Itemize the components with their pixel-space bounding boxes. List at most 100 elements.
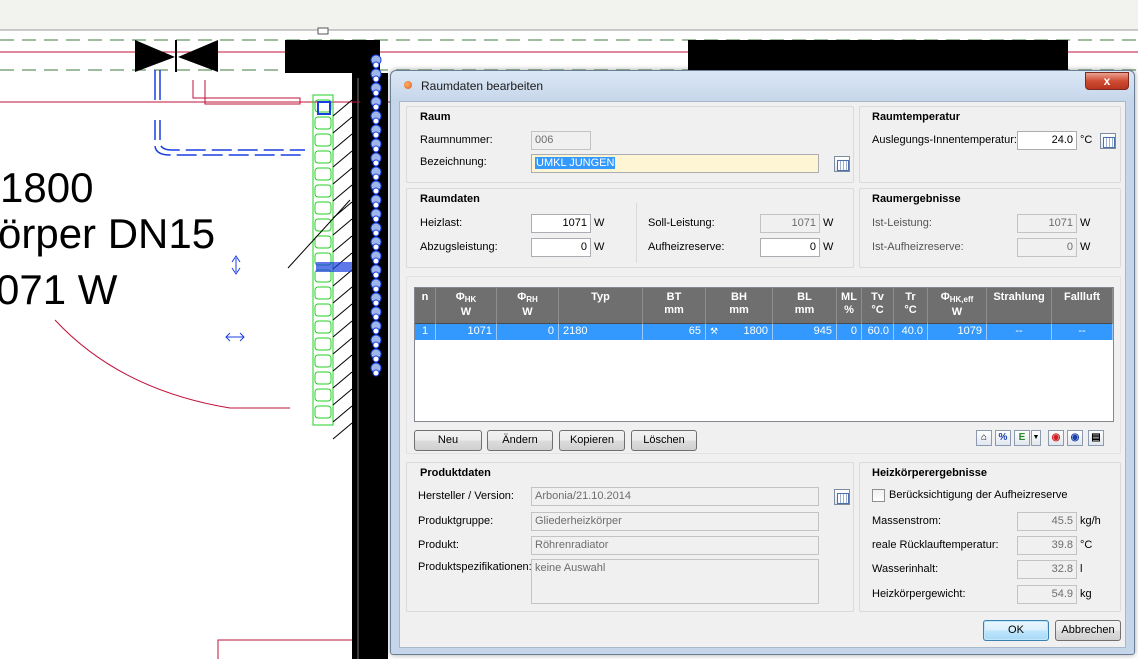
- hersteller-field[interactable]: Arbonia/21.10.2014: [531, 487, 819, 506]
- column-header[interactable]: ΦRH W: [497, 288, 559, 324]
- column-header-unit: °C: [871, 304, 884, 316]
- raumtemperatur-title: Raumtemperatur: [872, 111, 961, 123]
- heizlast-label: Heizlast:: [420, 217, 463, 229]
- aufheizreserve-field[interactable]: 0: [760, 238, 820, 257]
- house-icon[interactable]: ⌂: [976, 430, 992, 446]
- column-header[interactable]: ΦHK,eff W: [928, 288, 987, 324]
- wasserinhalt-field[interactable]: 32.8: [1017, 560, 1077, 579]
- table-cell-value: 65: [688, 325, 701, 337]
- column-header-unit: °C: [904, 304, 917, 316]
- table-cell: ⚒ 1800: [706, 324, 773, 340]
- column-header-unit: %: [844, 304, 854, 316]
- abbrechen-button[interactable]: Abbrechen: [1055, 620, 1121, 641]
- istaufheiz-label: Ist-Aufheizreserve:: [872, 241, 964, 253]
- bezeichnung-selected-text: UMKL JUNGEN: [535, 157, 616, 169]
- table-cell: 1071: [436, 324, 497, 340]
- heizlast-field[interactable]: 1071: [531, 214, 591, 233]
- column-header[interactable]: Tr °C: [894, 288, 928, 324]
- gewicht-field[interactable]: 54.9: [1017, 585, 1077, 604]
- produktspezifikationen-field[interactable]: keine Auswahl: [531, 559, 819, 604]
- column-header[interactable]: n: [415, 288, 436, 324]
- aendern-button[interactable]: Ändern: [487, 430, 553, 451]
- column-header[interactable]: Typ: [559, 288, 643, 324]
- raumergebnisse-title: Raumergebnisse: [872, 193, 961, 205]
- ok-button[interactable]: OK: [983, 620, 1049, 641]
- dialog-titlebar[interactable]: Raumdaten bearbeiten x: [391, 71, 1134, 99]
- sollleistung-field[interactable]: 1071: [760, 214, 820, 233]
- table-cell: 0: [497, 324, 559, 340]
- produktdaten-group: Produktdaten Hersteller / Version: Arbon…: [406, 462, 854, 612]
- innentemperatur-calendar-icon[interactable]: [1100, 133, 1116, 149]
- bezeichnung-calendar-icon[interactable]: [834, 156, 850, 172]
- kopieren-button[interactable]: Kopieren: [559, 430, 625, 451]
- column-header[interactable]: BT mm: [643, 288, 706, 324]
- column-header-label: Φ: [517, 291, 527, 303]
- column-header[interactable]: Tv °C: [862, 288, 894, 324]
- table-cell: --: [1052, 324, 1113, 340]
- column-header-label: BT: [666, 291, 682, 303]
- wall-block: [285, 40, 380, 73]
- percent-icon[interactable]: %: [995, 430, 1011, 446]
- valve-symbol: [135, 40, 175, 72]
- hersteller-calendar-icon[interactable]: [834, 489, 850, 505]
- column-header-label: Φ: [455, 291, 465, 303]
- abzugsleistung-field[interactable]: 0: [531, 238, 591, 257]
- aufheizreserve-unit: W: [823, 241, 834, 253]
- istleistung-field[interactable]: 1071: [1017, 214, 1077, 233]
- raumdaten-group: Raumdaten Heizlast: 1071 W Abzugsleistun…: [406, 188, 854, 268]
- dropdown-arrow-icon[interactable]: ▼: [1031, 430, 1041, 446]
- produktspezifikationen-label: Produktspezifikationen:: [418, 561, 532, 573]
- document-icon[interactable]: ▤: [1088, 430, 1104, 446]
- bezeichnung-field[interactable]: UMKL JUNGEN: [531, 154, 819, 173]
- table-cell: --: [987, 324, 1052, 340]
- column-header-unit: W: [951, 306, 963, 318]
- massenstrom-field[interactable]: 45.5: [1017, 512, 1077, 531]
- column-header-subscript: HK,eff: [949, 295, 974, 304]
- column-header-label: BH: [731, 291, 747, 303]
- close-button[interactable]: x: [1085, 72, 1129, 90]
- column-header[interactable]: Fallluft: [1052, 288, 1113, 324]
- istaufheiz-field[interactable]: 0: [1017, 238, 1077, 257]
- table-cell-value: 2180: [563, 325, 588, 337]
- gewicht-label: Heizkörpergewicht:: [872, 588, 966, 600]
- red-flame-icon[interactable]: ◉: [1048, 430, 1064, 446]
- column-header[interactable]: ML%: [837, 288, 862, 324]
- raumergebnisse-group: Raumergebnisse Ist-Leistung: 1071 W Ist-…: [859, 188, 1121, 268]
- loeschen-button[interactable]: Löschen: [631, 430, 697, 451]
- wall-vertical: [352, 73, 388, 659]
- column-header[interactable]: BH mm: [706, 288, 773, 324]
- heizlast-unit: W: [594, 217, 605, 229]
- produktgruppe-field[interactable]: Gliederheizkörper: [531, 512, 819, 531]
- column-header[interactable]: ΦHK W: [436, 288, 497, 324]
- heizkoerperergebnisse-title: Heizkörperergebnisse: [872, 467, 987, 479]
- table-cell: 2180: [559, 324, 643, 340]
- column-header[interactable]: BL mm: [773, 288, 837, 324]
- column-header-label: n: [421, 291, 429, 303]
- ruecklauf-label: reale Rücklauftemperatur:: [872, 539, 999, 551]
- massenstrom-unit: kg/h: [1080, 515, 1101, 527]
- table-cell-value: --: [1078, 325, 1086, 337]
- innentemperatur-label: Auslegungs-Innentemperatur:: [872, 134, 1017, 146]
- blue-flame-icon[interactable]: ◉: [1067, 430, 1083, 446]
- raumtemperatur-group: Raumtemperatur Auslegungs-Innentemperatu…: [859, 106, 1121, 183]
- ruecklauf-field[interactable]: 39.8: [1017, 536, 1077, 555]
- hersteller-label: Hersteller / Version:: [418, 490, 514, 502]
- raumnummer-field[interactable]: 006: [531, 131, 591, 150]
- app-icon: [404, 81, 412, 89]
- table-cell: 60.0: [862, 324, 894, 340]
- neu-button[interactable]: Neu: [414, 430, 482, 451]
- aufheizreserve-checkbox[interactable]: [872, 489, 885, 502]
- wrench-icon: ⚒: [710, 326, 719, 336]
- produkt-label: Produkt:: [418, 539, 459, 551]
- table-cell-value: 1: [421, 325, 429, 337]
- dialog-title: Raumdaten bearbeiten: [421, 79, 544, 93]
- table-row[interactable]: 1 1071 0 2180 65 ⚒ 1800 945 0 60.0 40.0 1079 -- --: [415, 324, 1113, 340]
- column-header[interactable]: Strahlung: [987, 288, 1052, 324]
- edit-e-icon[interactable]: E: [1014, 430, 1030, 446]
- table-cell-value: 1079: [957, 325, 982, 337]
- heizkoerper-table[interactable]: n ΦHK W ΦRH W Typ BT mm BH mm BL mm ML% Tv °C Tr °C Φ HK,e…: [414, 287, 1114, 422]
- table-cell-value: 60.0: [867, 325, 889, 337]
- produkt-field[interactable]: Röhrenradiator: [531, 536, 819, 555]
- istleistung-label: Ist-Leistung:: [872, 217, 932, 229]
- innentemperatur-field[interactable]: 24.0: [1017, 131, 1077, 150]
